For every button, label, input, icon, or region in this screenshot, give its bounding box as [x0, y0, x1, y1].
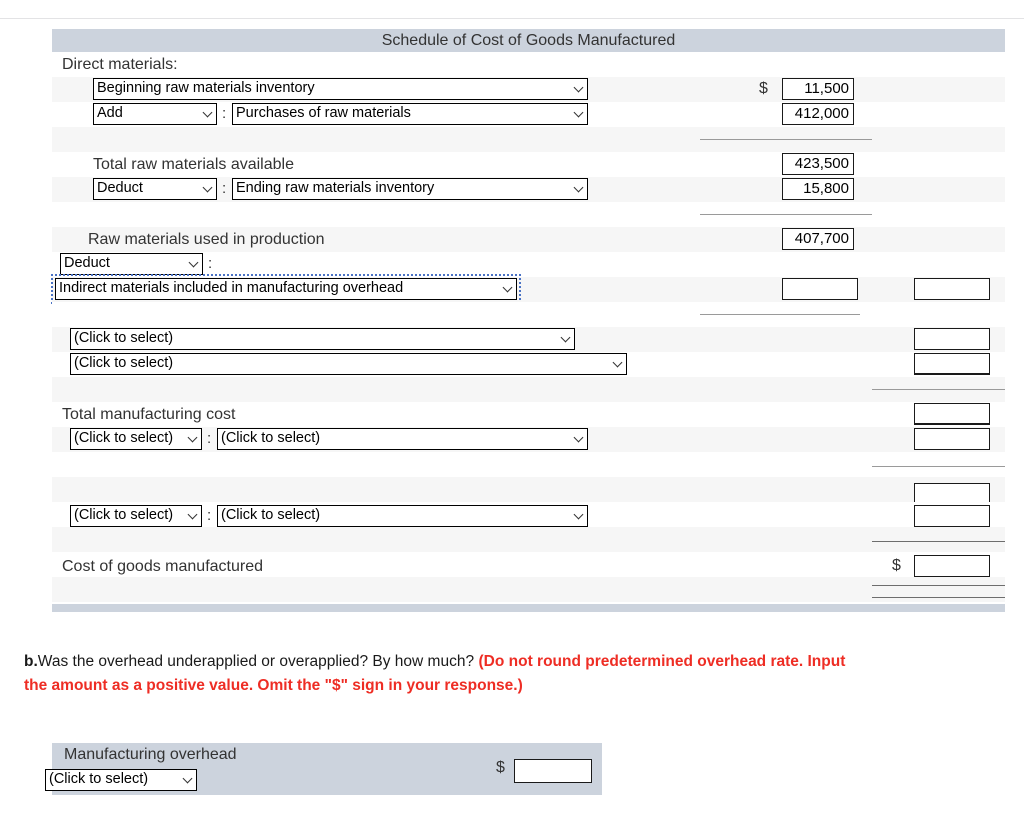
- chevron-down-icon: [575, 511, 583, 519]
- table-row: Raw materials used in production 407,700: [52, 227, 1005, 252]
- table-row: [52, 452, 1005, 477]
- amount-blank-line-2[interactable]: [914, 353, 990, 375]
- chevron-down-icon: [184, 775, 192, 783]
- select-manufacturing-overhead-status[interactable]: (Click to select): [45, 769, 197, 791]
- chevron-down-icon: [562, 334, 570, 342]
- cost-of-goods-manufactured-label: Cost of goods manufactured: [62, 558, 264, 575]
- manufacturing-overhead-amount-input[interactable]: [514, 759, 592, 783]
- select-operator-blank-2[interactable]: (Click to select): [70, 505, 202, 527]
- total-double-rule-bottom: [872, 597, 1005, 599]
- select-beginning-raw-materials[interactable]: Beginning raw materials inventory: [93, 78, 588, 100]
- table-row: Cost of goods manufactured $: [52, 552, 1005, 577]
- select-purchases-of-raw-materials[interactable]: Purchases of raw materials: [232, 103, 588, 125]
- subtotal-rule: [872, 466, 1005, 468]
- schedule-of-cost-of-goods-manufactured-table: Schedule of Cost of Goods Manufactured D…: [51, 29, 1005, 602]
- subtotal-rule: [872, 541, 1005, 543]
- table-row: Indirect materials included in manufactu…: [51, 274, 1005, 304]
- row-colon: :: [208, 255, 213, 272]
- subtotal-rule: [700, 314, 860, 316]
- table-row: [52, 127, 1005, 152]
- table-row: [52, 377, 1005, 402]
- select-blank-line-2[interactable]: (Click to select): [70, 353, 627, 375]
- amount-blank-pair-1[interactable]: [914, 428, 990, 450]
- table-row: [52, 477, 1005, 505]
- select-operator-blank-1[interactable]: (Click to select): [70, 428, 202, 450]
- table-row: Add : Purchases of raw materials 412,000: [52, 102, 1005, 127]
- chevron-down-icon: [189, 434, 197, 442]
- chevron-down-icon: [204, 109, 212, 117]
- manufacturing-overhead-label: Manufacturing overhead: [64, 746, 237, 763]
- table-row: [52, 527, 1005, 552]
- chevron-down-icon: [575, 84, 583, 92]
- chevron-down-icon: [614, 359, 622, 367]
- select-indirect-materials[interactable]: Indirect materials included in manufactu…: [51, 274, 521, 304]
- direct-materials-label: Direct materials:: [62, 56, 178, 73]
- dollar-sign: $: [759, 80, 768, 97]
- amount-total-manufacturing-cost[interactable]: [914, 403, 990, 425]
- select-operator-add[interactable]: Add: [93, 103, 217, 125]
- total-double-rule-top: [872, 585, 1005, 587]
- manufacturing-overhead-answer-panel: Manufacturing overhead (Click to select)…: [45, 743, 602, 795]
- row-colon: :: [222, 105, 227, 122]
- table-footer-bar: [52, 604, 1005, 612]
- table-row: (Click to select): [52, 327, 1005, 352]
- table-row: Deduct : Ending raw materials inventory …: [52, 177, 1005, 202]
- question-marker: b.: [24, 653, 38, 670]
- raw-materials-used-label: Raw materials used in production: [88, 231, 325, 248]
- select-operator-deduct-indirect[interactable]: Deduct: [60, 253, 203, 275]
- amount-indirect-materials-col1[interactable]: [782, 278, 858, 300]
- table-row: (Click to select): [52, 352, 1005, 377]
- table-row: (Click to select) : (Click to select): [52, 502, 1005, 527]
- page-title: Schedule of Cost of Goods Manufactured: [381, 32, 676, 49]
- amount-ending-raw-materials[interactable]: 15,800: [782, 178, 854, 200]
- table-title-row: Schedule of Cost of Goods Manufactured: [52, 29, 1005, 52]
- row-colon: :: [207, 430, 212, 447]
- total-raw-materials-available-label: Total raw materials available: [93, 156, 294, 173]
- total-manufacturing-cost-label: Total manufacturing cost: [62, 406, 236, 423]
- amount-blank-pair-2[interactable]: [914, 505, 990, 527]
- amount-total-raw-available[interactable]: 423,500: [782, 153, 854, 175]
- amount-cost-of-goods-manufactured[interactable]: [914, 555, 990, 577]
- table-row: Total raw materials available 423,500: [52, 152, 1005, 177]
- question-text: Was the overhead underapplied or overapp…: [37, 653, 475, 670]
- chevron-down-icon: [204, 184, 212, 192]
- table-row: Beginning raw materials inventory $ 11,5…: [52, 77, 1005, 102]
- table-row: [52, 202, 1005, 227]
- amount-raw-materials-used[interactable]: 407,700: [782, 228, 854, 250]
- row-colon: :: [222, 180, 227, 197]
- table-row: Direct materials:: [52, 52, 1005, 77]
- select-ending-raw-materials[interactable]: Ending raw materials inventory: [232, 178, 588, 200]
- table-row: Deduct :: [52, 252, 1005, 277]
- subtotal-rule: [872, 389, 1005, 391]
- select-blank-pair-2[interactable]: (Click to select): [217, 505, 588, 527]
- row-colon: :: [207, 507, 212, 524]
- dollar-sign: $: [892, 557, 901, 574]
- amount-purchases[interactable]: 412,000: [782, 103, 854, 125]
- table-row: [52, 577, 1005, 602]
- subtotal-rule: [700, 139, 872, 141]
- chevron-down-icon: [189, 511, 197, 519]
- chevron-down-icon: [575, 434, 583, 442]
- table-row: (Click to select) : (Click to select): [52, 427, 1005, 452]
- chevron-down-icon: [575, 109, 583, 117]
- dollar-sign: $: [496, 759, 505, 776]
- select-blank-line-1[interactable]: (Click to select): [70, 328, 575, 350]
- table-row: Total manufacturing cost: [52, 402, 1005, 427]
- chevron-down-icon: [190, 259, 198, 267]
- amount-blank-line-1[interactable]: [914, 328, 990, 350]
- chevron-down-icon: [504, 284, 512, 292]
- select-blank-pair-1[interactable]: (Click to select): [217, 428, 588, 450]
- subtotal-rule: [700, 214, 872, 216]
- amount-beginning-raw-materials[interactable]: 11,500: [782, 78, 854, 100]
- chevron-down-icon: [575, 184, 583, 192]
- amount-indirect-materials-col2[interactable]: [914, 278, 990, 300]
- page-top-divider: [0, 18, 1024, 19]
- question-b: b.Was the overhead underapplied or overa…: [24, 650, 872, 698]
- table-row: [52, 302, 1005, 327]
- select-operator-deduct-ending[interactable]: Deduct: [93, 178, 217, 200]
